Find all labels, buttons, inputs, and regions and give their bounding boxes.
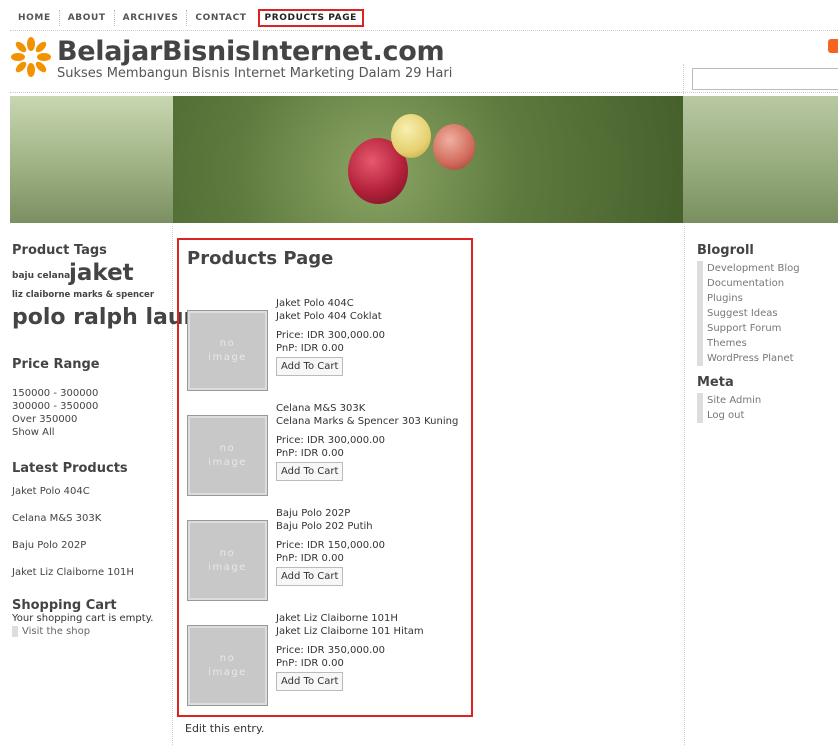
product-item: no image Jaket Liz Claiborne 101H Jaket … [187,613,467,725]
latest-product-link[interactable]: Jaket Liz Claiborne 101H [12,559,170,586]
banner-right [683,96,838,223]
nav-products-page[interactable]: PRODUCTS PAGE [257,9,364,27]
latest-product-link[interactable]: Baju Polo 202P [12,532,170,559]
product-code[interactable]: Baju Polo 202P [276,507,385,520]
product-pnp: PnP: IDR 0.00 [276,658,344,669]
column-divider [684,226,685,745]
price-range-heading: Price Range [12,357,100,372]
product-price: Price: IDR 300,000.00 [276,330,385,341]
product-price: Price: IDR 350,000.00 [276,645,385,656]
blogroll-link[interactable]: WordPress Planet [697,351,837,366]
site-title[interactable]: BelajarBisnisInternet.com [57,36,445,67]
blogroll-heading: Blogroll [697,243,754,258]
nav-contact[interactable]: CONTACT [186,10,254,26]
no-image-text: no [219,337,236,349]
logo-icon [11,37,51,77]
column-divider [172,226,173,745]
no-image-text: image [208,666,247,678]
cart-empty-message: Your shopping cart is empty. [12,613,154,624]
add-to-cart-button[interactable]: Add To Cart [276,567,344,586]
header-banner-image [10,96,838,223]
blogroll-link[interactable]: Suggest Ideas [697,306,837,321]
nav-home[interactable]: HOME [10,10,59,26]
page-title: Products Page [187,248,334,269]
blogroll-link[interactable]: Support Forum [697,321,837,336]
blogroll-link[interactable]: Development Blog [697,261,837,276]
product-code[interactable]: Jaket Liz Claiborne 101H [276,612,424,625]
rss-icon[interactable] [828,39,838,53]
product-pnp: PnP: IDR 0.00 [276,343,344,354]
top-navigation: HOME ABOUT ARCHIVES CONTACT PRODUCTS PAG… [10,7,364,29]
product-name: Celana Marks & Spencer 303 Kuning [276,416,459,427]
latest-product-link[interactable]: Jaket Polo 404C [12,478,170,505]
tag-link[interactable]: liz claiborne marks & spencer [12,290,154,300]
product-item: no image Celana M&S 303K Celana Marks & … [187,403,467,515]
meta-link[interactable]: Log out [697,408,837,423]
no-image-text: no [219,442,236,454]
product-name: Baju Polo 202 Putih [276,521,373,532]
product-price: Price: IDR 150,000.00 [276,540,385,551]
site-tagline: Sukses Membangun Bisnis Internet Marketi… [57,66,453,81]
no-image-text: image [208,456,247,468]
left-sidebar: Product Tags baju celana jaket liz claib… [12,243,225,637]
shopping-cart-heading: Shopping Cart [12,598,117,613]
no-image-placeholder[interactable]: no image [187,520,268,601]
no-image-text: image [208,351,247,363]
price-range-link[interactable]: 150000 - 300000 [12,387,170,400]
banner-center [173,96,683,223]
product-name: Jaket Liz Claiborne 101 Hitam [276,626,424,637]
no-image-placeholder[interactable]: no image [187,310,268,391]
berry-pink [433,124,475,170]
edit-entry-link[interactable]: Edit this entry. [185,722,264,735]
no-image-placeholder[interactable]: no image [187,625,268,706]
product-item: no image Baju Polo 202P Baju Polo 202 Pu… [187,508,467,620]
product-pnp: PnP: IDR 0.00 [276,448,344,459]
no-image-text: no [219,652,236,664]
visit-shop-link[interactable]: Visit the shop [12,626,170,637]
tag-link[interactable]: jaket [69,260,134,286]
price-range-link[interactable]: 300000 - 350000 [12,400,170,413]
nav-divider [10,30,838,31]
product-item: no image Jaket Polo 404C Jaket Polo 404 … [187,298,467,410]
no-image-text: no [219,547,236,559]
no-image-text: image [208,561,247,573]
product-price: Price: IDR 300,000.00 [276,435,385,446]
product-name: Jaket Polo 404 Coklat [276,311,382,322]
no-image-placeholder[interactable]: no image [187,415,268,496]
product-code[interactable]: Jaket Polo 404C [276,297,385,310]
meta-heading: Meta [697,375,734,390]
product-pnp: PnP: IDR 0.00 [276,553,344,564]
blogroll-link[interactable]: Themes [697,336,837,351]
tag-link[interactable]: baju celana [12,271,70,281]
price-range-link[interactable]: Over 350000 [12,413,170,426]
product-info: Jaket Polo 404C Jaket Polo 404 Coklat Pr… [276,297,385,376]
price-range-list: 150000 - 300000 300000 - 350000 Over 350… [12,387,170,439]
nav-about[interactable]: ABOUT [58,10,114,26]
divider [683,64,684,94]
product-tags-heading: Product Tags [12,243,107,258]
latest-products-list: Jaket Polo 404C Celana M&S 303K Baju Pol… [12,478,170,586]
product-info: Celana M&S 303K Celana Marks & Spencer 3… [276,402,458,481]
latest-products-heading: Latest Products [12,461,128,476]
right-sidebar: Blogroll Development Blog Documentation … [697,243,837,423]
add-to-cart-button[interactable]: Add To Cart [276,672,344,691]
add-to-cart-button[interactable]: Add To Cart [276,357,344,376]
nav-archives[interactable]: ARCHIVES [113,10,187,26]
blogroll-link[interactable]: Documentation [697,276,837,291]
tag-cloud: baju celana jaket liz claiborne marks & … [12,258,225,346]
add-to-cart-button[interactable]: Add To Cart [276,462,344,481]
latest-product-link[interactable]: Celana M&S 303K [12,505,170,532]
banner-left [10,96,173,223]
product-info: Jaket Liz Claiborne 101H Jaket Liz Claib… [276,612,424,691]
berry-yellow [391,114,431,158]
product-code[interactable]: Celana M&S 303K [276,402,458,415]
meta-link[interactable]: Site Admin [697,393,837,408]
price-range-link[interactable]: Show All [12,426,170,439]
products-section: Products Page no image Jaket Polo 404C J… [177,238,473,717]
search-input[interactable] [692,68,838,90]
product-info: Baju Polo 202P Baju Polo 202 Putih Price… [276,507,385,586]
blogroll-link[interactable]: Plugins [697,291,837,306]
header-divider [10,92,838,93]
